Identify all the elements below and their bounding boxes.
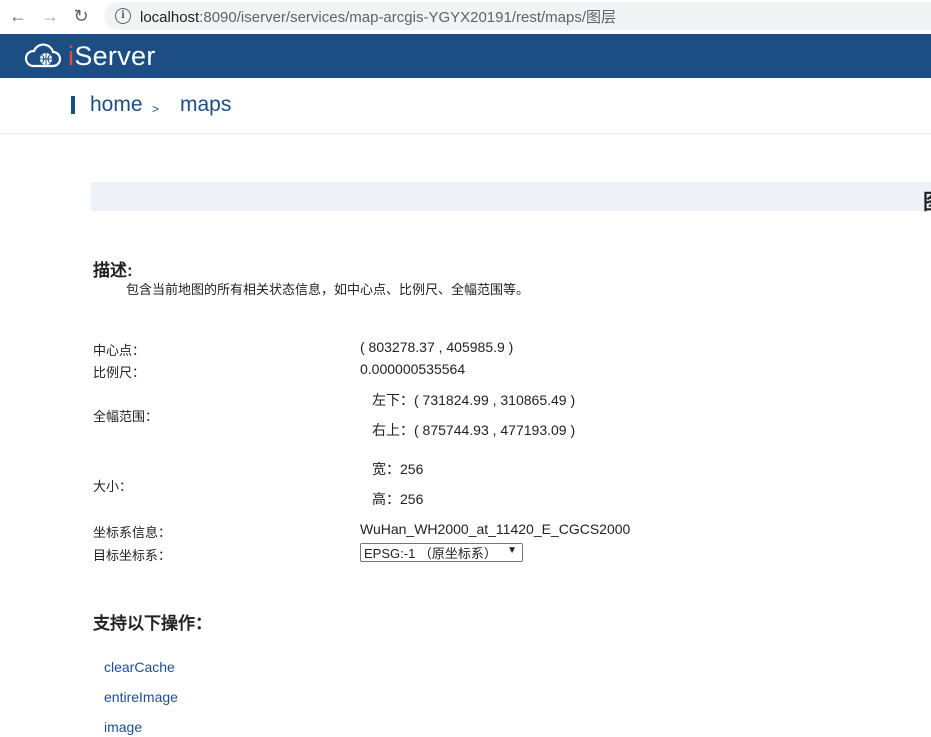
scale-value: 0.000000535564: [360, 361, 466, 377]
target-crs-selected: EPSG:-1 （原坐标系）: [364, 546, 497, 561]
operation-link-image[interactable]: image: [104, 719, 142, 735]
browser-toolbar: ← → ↻ i localhost:8090/iserver/services/…: [0, 0, 931, 35]
breadcrumb-maps-link[interactable]: maps: [180, 93, 231, 117]
size-label: 大小：: [93, 479, 133, 494]
operation-link-clearcache[interactable]: clearCache: [104, 659, 175, 675]
operations-heading: 支持以下操作：: [93, 614, 212, 633]
info-icon[interactable]: i: [115, 8, 131, 24]
url-host: localhost: [140, 8, 200, 26]
bounds-upper-right: 右上：( 875744.93 , 477193.09 ): [372, 422, 576, 438]
app-header: iServer: [0, 34, 931, 78]
operation-link-entireimage[interactable]: entireImage: [104, 689, 178, 705]
reload-button[interactable]: ↻: [68, 4, 94, 28]
logo-text: iServer: [68, 41, 156, 72]
forward-button[interactable]: →: [37, 4, 63, 28]
url-text[interactable]: localhost:8090/iserver/services/map-arcg…: [140, 6, 616, 27]
bounds-label: 全幅范围：: [93, 409, 159, 424]
center-value: ( 803278.37 , 405985.9 ): [360, 339, 514, 355]
breadcrumb-separator: >: [152, 102, 160, 116]
breadcrumb-home-link[interactable]: home: [90, 93, 143, 117]
reload-icon: ↻: [73, 5, 89, 26]
bounds-lower-left: 左下：( 731824.99 , 310865.49 ): [372, 392, 576, 408]
back-button[interactable]: ←: [5, 4, 31, 28]
crs-label: 坐标系信息：: [93, 525, 172, 540]
size-height: 高：256: [372, 491, 424, 507]
url-path: :8090/iserver/services/map-arcgis-YGYX20…: [199, 8, 617, 26]
size-width: 宽：256: [372, 461, 424, 477]
description-heading: 描述:: [93, 261, 133, 280]
breadcrumb: home > maps: [0, 78, 931, 134]
arrow-right-icon: →: [41, 5, 59, 26]
target-crs-select[interactable]: EPSG:-1 （原坐标系） ▼: [360, 543, 523, 562]
description-text: 包含当前地图的所有相关状态信息，如中心点、比例尺、全幅范围等。: [126, 282, 530, 297]
breadcrumb-marker: [71, 96, 75, 114]
center-label: 中心点：: [93, 343, 146, 358]
chevron-down-icon: ▼: [507, 545, 517, 556]
logo-rest: Server: [74, 40, 156, 71]
crs-value: WuHan_WH2000_at_11420_E_CGCS2000: [360, 521, 631, 537]
page-title: 图: [923, 186, 931, 216]
arrow-left-icon: ←: [9, 5, 27, 26]
target-crs-label: 目标坐标系：: [93, 548, 172, 563]
cloud-globe-icon: [24, 43, 62, 68]
page-title-band: 图: [91, 182, 931, 214]
iserver-logo[interactable]: iServer: [24, 40, 156, 72]
address-bar[interactable]: i localhost:8090/iserver/services/map-ar…: [104, 2, 931, 30]
scale-label: 比例尺：: [93, 365, 146, 380]
